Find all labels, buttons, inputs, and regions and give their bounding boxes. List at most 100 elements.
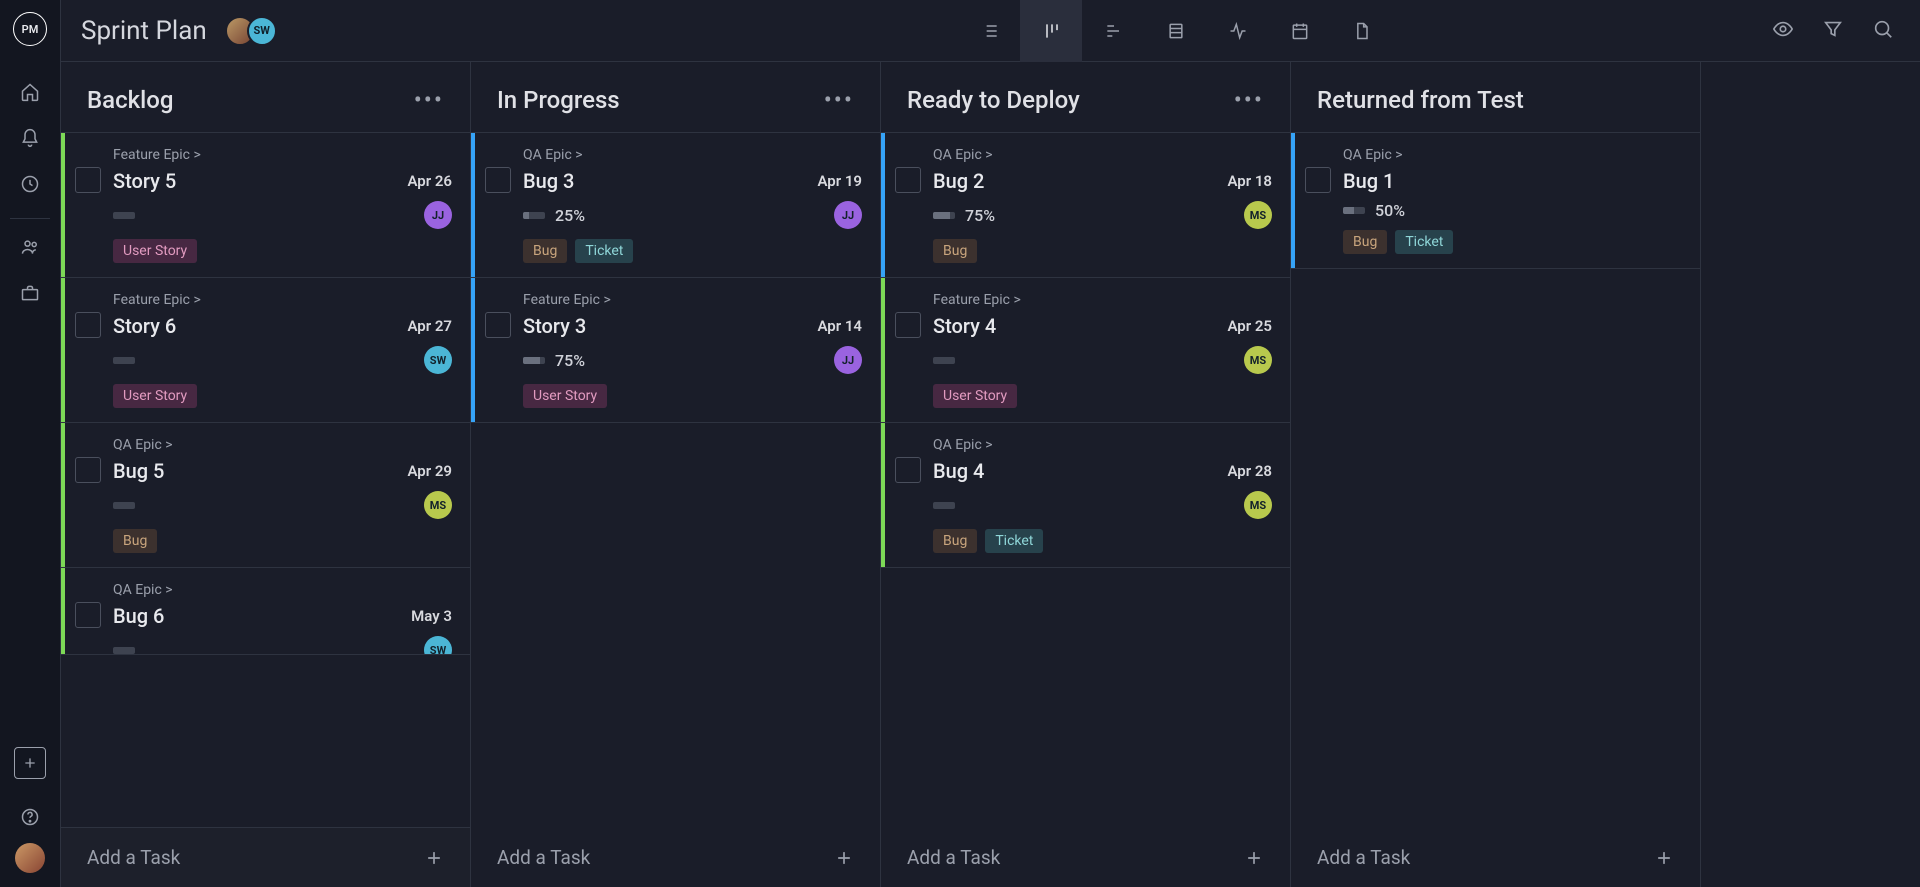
view-list-icon[interactable]: [958, 0, 1020, 62]
task-checkbox[interactable]: [485, 312, 511, 338]
progress: [933, 357, 955, 364]
tag-row: Bug: [933, 239, 1272, 263]
assignee-avatar[interactable]: MS: [1244, 491, 1272, 519]
tag-row: User Story: [113, 384, 452, 408]
team-icon[interactable]: [10, 227, 50, 267]
task-checkbox[interactable]: [1305, 167, 1331, 193]
epic-breadcrumb[interactable]: QA Epic: [113, 582, 452, 598]
due-date: Apr 28: [1227, 462, 1272, 480]
view-gantt-icon[interactable]: [1082, 0, 1144, 62]
due-date: May 3: [411, 607, 452, 625]
task-card[interactable]: Feature EpicStory 4Apr 25MSUser Story: [881, 277, 1290, 423]
visibility-icon[interactable]: [1772, 18, 1794, 44]
task-title: Bug 1: [1343, 169, 1394, 193]
progress-bar: [523, 212, 545, 219]
task-checkbox[interactable]: [485, 167, 511, 193]
epic-breadcrumb[interactable]: Feature Epic: [933, 292, 1272, 308]
tag[interactable]: User Story: [933, 384, 1017, 408]
column-menu-icon[interactable]: •••: [414, 86, 444, 114]
priority-edge: [471, 133, 475, 277]
home-icon[interactable]: [10, 72, 50, 112]
progress-percent: 25%: [555, 206, 585, 225]
assignee-avatar[interactable]: JJ: [834, 201, 862, 229]
assignee-avatar[interactable]: SW: [424, 636, 452, 655]
add-task-button[interactable]: Add a Task: [881, 828, 1290, 887]
task-card[interactable]: QA EpicBug 3Apr 1925%JJBugTicket: [471, 132, 880, 278]
task-card[interactable]: Feature EpicStory 5Apr 26JJUser Story: [61, 132, 470, 278]
view-calendar-icon[interactable]: [1268, 0, 1330, 62]
progress-bar: [113, 212, 135, 219]
add-task-label: Add a Task: [497, 846, 590, 869]
view-activity-icon[interactable]: [1206, 0, 1268, 62]
task-card[interactable]: QA Epic Bug 6 May 3 SW: [61, 567, 470, 655]
epic-breadcrumb[interactable]: QA Epic: [933, 437, 1272, 453]
add-task-button[interactable]: Add a Task: [471, 828, 880, 887]
add-project-button[interactable]: [14, 747, 46, 779]
epic-breadcrumb[interactable]: Feature Epic: [113, 292, 452, 308]
assignee-avatar[interactable]: MS: [1244, 346, 1272, 374]
add-task-button[interactable]: Add a Task: [61, 827, 470, 887]
task-card[interactable]: QA EpicBug 4Apr 28MSBugTicket: [881, 422, 1290, 568]
assignee-avatar[interactable]: MS: [1244, 201, 1272, 229]
tag[interactable]: Ticket: [575, 239, 633, 263]
task-title: Story 4: [933, 314, 996, 338]
assignee-avatar[interactable]: JJ: [424, 201, 452, 229]
column-menu-icon[interactable]: •••: [824, 86, 854, 114]
filter-icon[interactable]: [1822, 18, 1844, 44]
column-menu-icon[interactable]: •••: [1234, 86, 1264, 114]
epic-breadcrumb[interactable]: QA Epic: [1343, 147, 1682, 163]
task-checkbox[interactable]: [895, 167, 921, 193]
tag[interactable]: Bug: [1343, 230, 1387, 254]
bell-icon[interactable]: [10, 118, 50, 158]
assignee-avatar[interactable]: MS: [424, 491, 452, 519]
tag[interactable]: User Story: [523, 384, 607, 408]
task-card[interactable]: Feature EpicStory 3Apr 1475%JJUser Story: [471, 277, 880, 423]
help-icon[interactable]: [10, 797, 50, 837]
member-avatar[interactable]: SW: [247, 16, 277, 46]
search-icon[interactable]: [1872, 18, 1894, 44]
epic-breadcrumb[interactable]: QA Epic: [523, 147, 862, 163]
tag[interactable]: Ticket: [985, 529, 1043, 553]
task-checkbox[interactable]: [895, 457, 921, 483]
tag[interactable]: User Story: [113, 384, 197, 408]
view-sheet-icon[interactable]: [1144, 0, 1206, 62]
task-checkbox[interactable]: [895, 312, 921, 338]
briefcase-icon[interactable]: [10, 273, 50, 313]
column-header: Backlog•••: [61, 62, 470, 132]
progress: 50%: [1343, 201, 1405, 220]
tag-row: Bug: [113, 529, 452, 553]
clock-icon[interactable]: [10, 164, 50, 204]
task-checkbox[interactable]: [75, 602, 101, 628]
plus-icon: [424, 848, 444, 868]
tag[interactable]: User Story: [113, 239, 197, 263]
progress-bar: [933, 502, 955, 509]
epic-breadcrumb[interactable]: QA Epic: [113, 437, 452, 453]
shared-with[interactable]: SW: [225, 16, 277, 46]
task-checkbox[interactable]: [75, 312, 101, 338]
assignee-avatar[interactable]: JJ: [834, 346, 862, 374]
tag[interactable]: Ticket: [1395, 230, 1453, 254]
epic-breadcrumb[interactable]: Feature Epic: [523, 292, 862, 308]
tag[interactable]: Bug: [113, 529, 157, 553]
assignee-avatar[interactable]: SW: [424, 346, 452, 374]
tag[interactable]: Bug: [933, 239, 977, 263]
task-checkbox[interactable]: [75, 457, 101, 483]
task-card[interactable]: QA Epic Bug 1 50% Bug Ticket: [1291, 132, 1700, 269]
task-card[interactable]: Feature EpicStory 6Apr 27SWUser Story: [61, 277, 470, 423]
tag[interactable]: Bug: [933, 529, 977, 553]
task-title: Bug 6: [113, 604, 164, 628]
task-card[interactable]: QA EpicBug 2Apr 1875%MSBug: [881, 132, 1290, 278]
user-avatar[interactable]: [15, 843, 45, 873]
epic-breadcrumb[interactable]: Feature Epic: [113, 147, 452, 163]
view-board-icon[interactable]: [1020, 0, 1082, 62]
view-file-icon[interactable]: [1330, 0, 1392, 62]
plus-icon: [1654, 848, 1674, 868]
due-date: Apr 26: [407, 172, 452, 190]
task-checkbox[interactable]: [75, 167, 101, 193]
epic-breadcrumb[interactable]: QA Epic: [933, 147, 1272, 163]
tag[interactable]: Bug: [523, 239, 567, 263]
app-logo[interactable]: PM: [13, 12, 47, 46]
task-card[interactable]: QA EpicBug 5Apr 29MSBug: [61, 422, 470, 568]
add-task-button[interactable]: Add a Task: [1291, 828, 1700, 887]
progress: [113, 212, 135, 219]
